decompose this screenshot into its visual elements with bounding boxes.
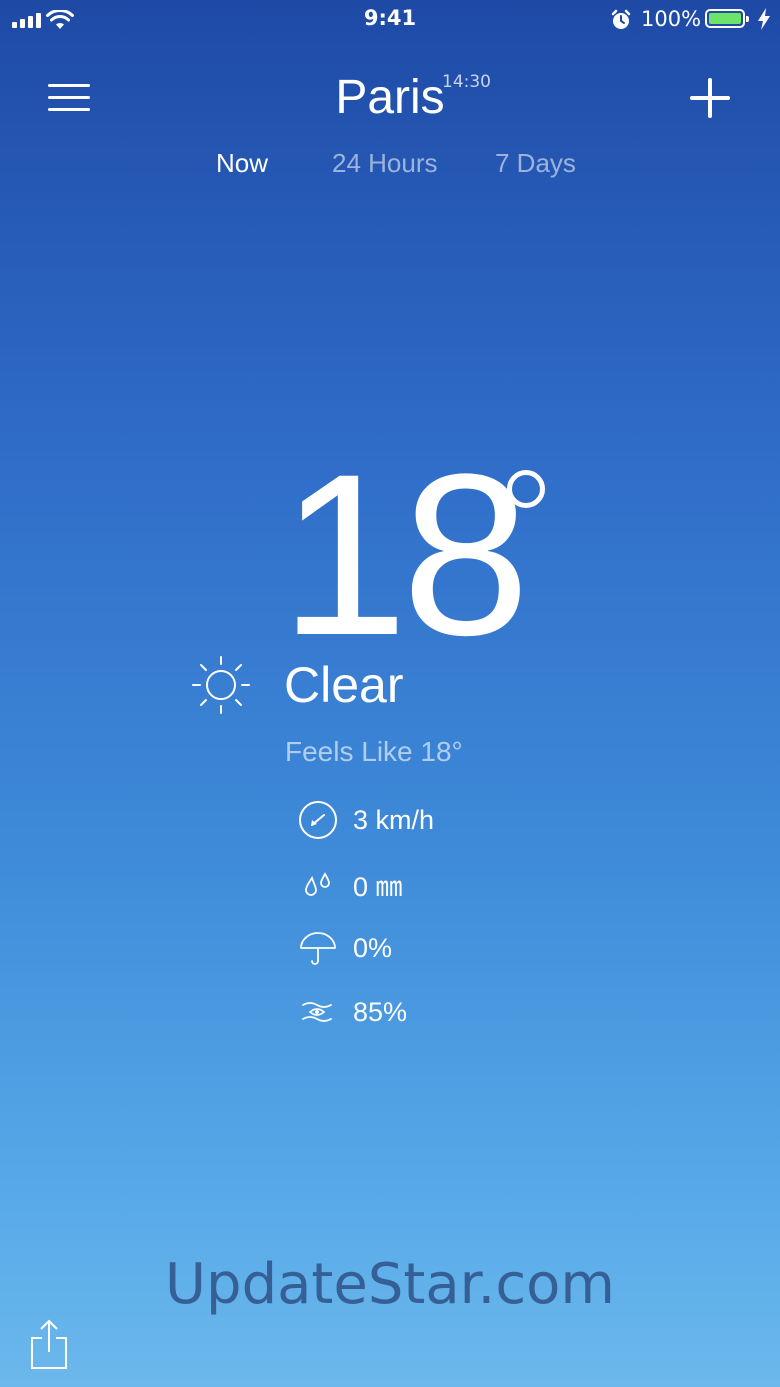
condition-text: Clear <box>284 657 404 713</box>
precipitation-amount: 0 ㎜ <box>353 871 403 902</box>
add-city-button[interactable] <box>688 76 732 120</box>
rain-chance-row: 0% <box>298 928 392 968</box>
battery-percent: 100% <box>641 7 702 31</box>
tab-24-hours[interactable]: 24 Hours <box>332 148 438 179</box>
feels-like-text: Feels Like 18° <box>285 736 463 767</box>
wind-row: 3 km/h <box>298 800 434 840</box>
forecast-tabs: Now 24 Hours 7 Days <box>0 148 780 184</box>
degree-symbol <box>507 470 545 508</box>
tab-now[interactable]: Now <box>216 148 268 179</box>
umbrella-icon <box>300 932 336 965</box>
precipitation-drops-icon <box>305 872 330 896</box>
watermark-text: UpdateStar.com <box>165 1252 615 1317</box>
city-local-time: 14:30 <box>442 72 491 92</box>
wind-speed: 3 km/h <box>353 804 435 835</box>
charging-bolt-icon <box>758 8 770 30</box>
rain-chance: 0% <box>353 932 393 963</box>
alarm-icon <box>611 9 631 29</box>
sun-icon <box>192 656 250 714</box>
humidity-value: 85% <box>353 996 408 1027</box>
wind-compass-icon <box>299 801 337 839</box>
status-bar: 9:41 100% <box>0 0 780 40</box>
humidity-row: 85% <box>298 992 407 1032</box>
battery-fill <box>709 13 741 24</box>
share-icon[interactable] <box>30 1318 68 1370</box>
tab-7-days[interactable]: 7 Days <box>495 148 576 179</box>
battery-icon <box>705 9 749 28</box>
city-name[interactable]: Paris <box>0 70 780 125</box>
current-temperature: 18 <box>280 426 530 683</box>
precipitation-row: 0 ㎜ <box>298 864 403 904</box>
humidity-icon <box>302 1002 332 1022</box>
